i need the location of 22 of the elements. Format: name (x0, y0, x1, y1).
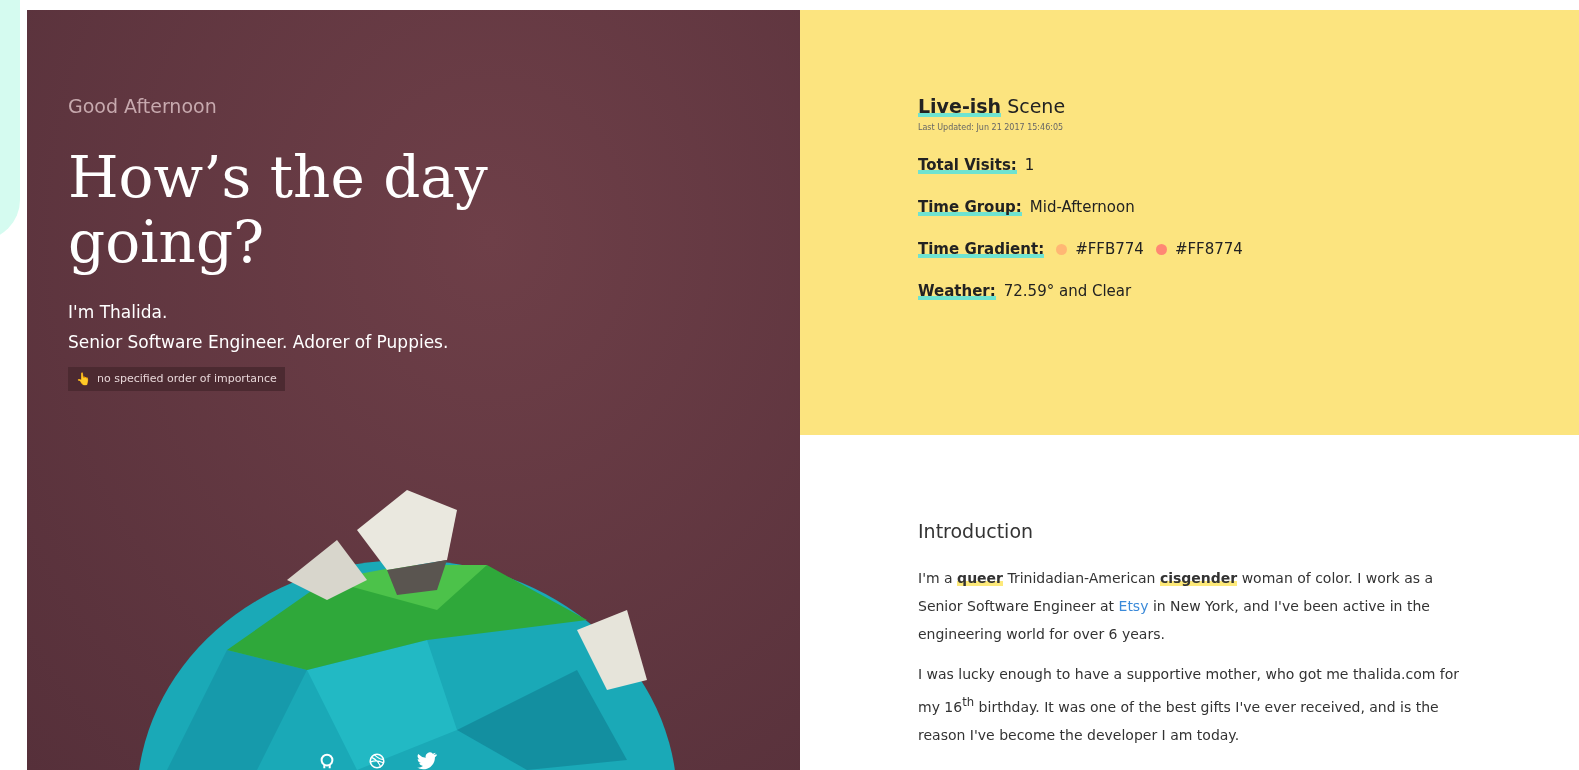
section-heading: Introduction (918, 520, 1035, 542)
bird-icon[interactable] (417, 752, 437, 770)
fact-value: 72.59° and Clear (1003, 282, 1132, 300)
pointing-hand-icon: 👆 (76, 371, 91, 386)
fact-value: 1 (1024, 156, 1035, 174)
scene-title: Live-ish Scene (918, 95, 1067, 117)
intro-line: Senior Software Engineer. Adorer of Puppies. (68, 330, 450, 354)
dribbble-icon[interactable] (367, 752, 387, 770)
link[interactable]: Etsy (1118, 598, 1149, 614)
color-code: #FFB774 (1075, 240, 1144, 258)
paragraph: I was lucky enough to have a supportive mother, who got me thalida.com for my 16$^{th}$ birthday. It was one of the best gifts I've ever received, and is the reason I've become the developer I am today. (918, 665, 1461, 745)
note-text: no specified order of importance (97, 372, 277, 386)
fact-label: Time Gradient: (918, 240, 1045, 258)
intro-line: I'm Thalida. (68, 300, 169, 324)
fact-label: Time Group: (918, 198, 1022, 216)
fact-value: Mid-Afternoon (1029, 198, 1135, 216)
headline: How’s the day going? (68, 145, 489, 275)
last-updated: Last Updated: Jun 21 2017 15:46:05 (918, 123, 1065, 132)
fact-label: Total Visits: (918, 156, 1017, 174)
fact-label: Weather: (918, 282, 996, 300)
color-code: #FF8774 (1174, 240, 1243, 258)
greeting: Good Afternoon (68, 95, 218, 117)
